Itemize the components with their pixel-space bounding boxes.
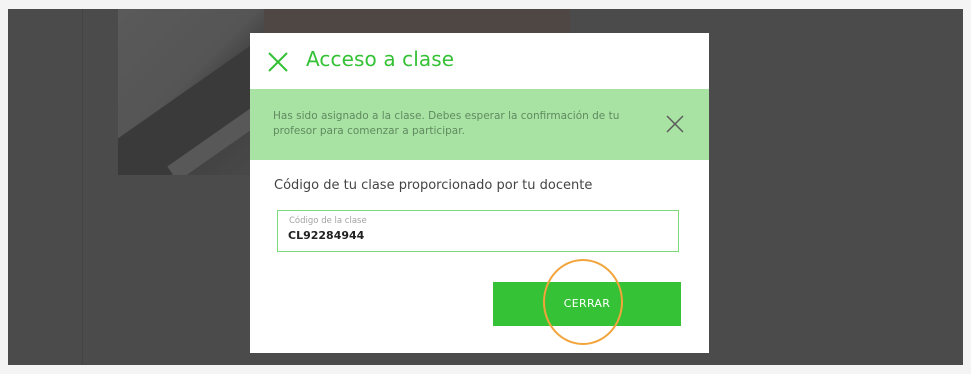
assignment-notice: Has sido asignado a la clase. Debes espe… bbox=[250, 89, 709, 160]
dialog-header: Acceso a clase bbox=[250, 33, 709, 89]
dialog-title: Acceso a clase bbox=[306, 47, 455, 71]
class-code-caption: Código de tu clase proporcionado por tu … bbox=[274, 178, 593, 193]
class-access-dialog: Acceso a clase Has sido asignado a la cl… bbox=[250, 33, 709, 353]
class-code-label: Código de la clase bbox=[289, 216, 367, 226]
background-card-image bbox=[118, 9, 264, 175]
background-card-banner bbox=[264, 9, 570, 34]
close-x-icon[interactable] bbox=[267, 51, 289, 73]
notice-message: Has sido asignado a la clase. Debes espe… bbox=[273, 110, 620, 137]
close-x-icon[interactable] bbox=[665, 114, 685, 134]
class-code-field[interactable]: Código de la clase bbox=[277, 210, 679, 252]
close-button[interactable]: CERRAR bbox=[493, 282, 681, 326]
background-divider bbox=[82, 9, 83, 365]
class-code-input[interactable] bbox=[288, 229, 668, 242]
